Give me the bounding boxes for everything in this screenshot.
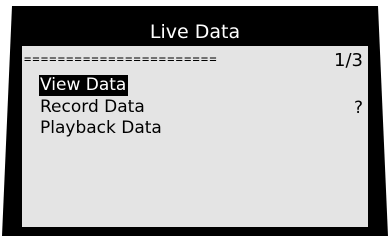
help-question-mark: ? [354,98,364,118]
page-indicator: 1/3 [334,50,363,71]
device-screen: Live Data ======================= 1/3 Vi… [22,19,368,227]
title-separator: ======================= [24,53,218,65]
menu-item-record-data[interactable]: Record Data [40,97,145,118]
menu-item-view-data[interactable]: View Data [39,75,129,96]
screen-title: Live Data [22,19,368,46]
menu-item-playback-data[interactable]: Playback Data [40,118,162,139]
